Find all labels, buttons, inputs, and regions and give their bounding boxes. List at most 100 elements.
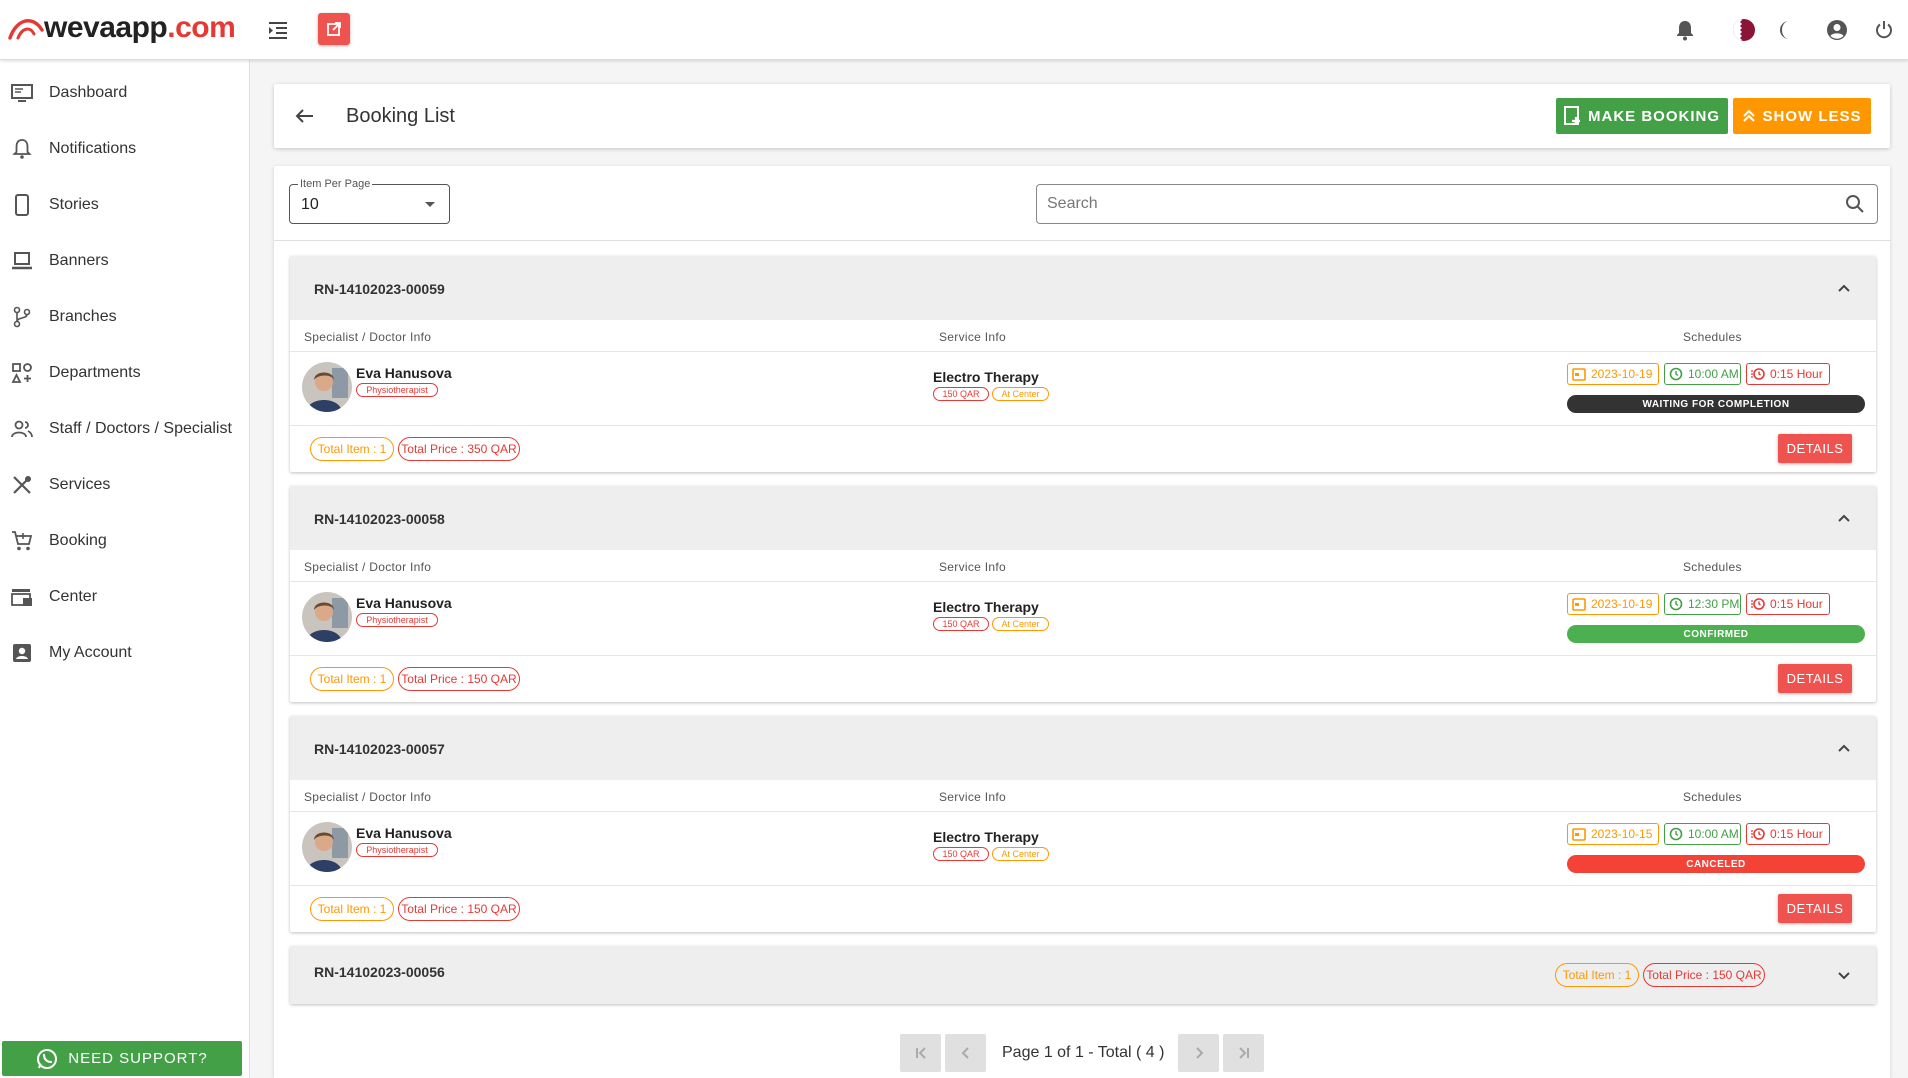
make-booking-label: MAKE BOOKING [1588,107,1720,125]
schedule-time-value: 10:00 AM [1688,827,1739,841]
column-headers: Specialist / Doctor Info Service Info Sc… [290,320,1876,352]
timer-icon [1751,598,1765,610]
doctor-avatar [302,592,352,642]
doctor-column-header: Specialist / Doctor Info [304,790,432,804]
chevron-right-icon [1196,1047,1204,1059]
sidebar-item-stories[interactable]: Stories [0,177,249,233]
service-price-badge: 150 QAR [933,847,989,861]
chevron-up-icon[interactable] [1834,508,1854,528]
category-icon [10,361,34,385]
back-arrow-icon[interactable] [290,102,318,130]
clock-icon [1669,827,1683,841]
sidebar-item-label: Stories [49,196,99,213]
search-field[interactable] [1036,184,1878,224]
brand-name: wevaapp.com [44,11,236,44]
sidebar-item-my-account[interactable]: My Account [0,625,249,681]
search-input[interactable] [1047,185,1827,223]
booking-panel-collapsed: RN-14102023-00056 Total Item : 1 Total P… [290,946,1876,1004]
sidebar-item-label: Notifications [49,140,137,157]
chevron-up-icon[interactable] [1834,278,1854,298]
service-location-badge: At Center [992,617,1049,631]
first-page-button[interactable] [900,1034,941,1072]
sidebar-item-label: Center [49,588,98,605]
sidebar-item-label: Booking [49,532,107,549]
total-price-badge: Total Price : 150 QAR [398,897,520,921]
total-price-badge: Total Price : 150 QAR [1643,963,1765,987]
details-button[interactable]: DETAILS [1778,664,1852,693]
tools-icon [10,473,34,497]
service-name: Electro Therapy [933,599,1039,615]
clock-icon [1669,597,1683,611]
next-page-button[interactable] [1178,1034,1220,1072]
doctor-avatar [302,822,352,872]
menu-collapse-icon[interactable] [260,12,296,48]
branch-icon [10,305,34,329]
schedule-time-value: 12:30 PM [1688,597,1740,611]
search-icon[interactable] [1845,194,1865,219]
doctor-role-badge: Physiotherapist [356,383,438,397]
booking-reference: RN-14102023-00059 [314,281,445,297]
booking-panel: RN-14102023-00057 Specialist / Doctor In… [290,716,1876,932]
schedule-time: 10:00 AM [1664,363,1741,385]
show-less-label: SHOW LESS [1762,107,1862,125]
sidebar-item-staff[interactable]: Staff / Doctors / Specialist [0,401,249,457]
add-booking-icon [1564,106,1580,125]
booking-header[interactable]: RN-14102023-00059 [290,256,1876,320]
power-logout-icon[interactable] [1866,12,1902,48]
chevron-down-icon[interactable] [1834,965,1854,985]
need-support-label: NEED SUPPORT? [68,1050,208,1067]
doctor-name: Eva Hanusova [356,825,452,841]
sidebar-item-dashboard[interactable]: Dashboard [0,65,249,121]
open-external-icon[interactable] [318,13,350,45]
first-page-icon [915,1047,926,1059]
last-page-button[interactable] [1223,1034,1265,1072]
qatar-flag-icon[interactable] [1726,12,1762,48]
cart-icon [10,529,34,553]
sidebar-item-notifications[interactable]: Notifications [0,121,249,177]
page-info: Page 1 of 1 - Total ( 4 ) [1002,1044,1165,1061]
sidebar-item-departments[interactable]: Departments [0,345,249,401]
total-item-badge: Total Item : 1 [310,667,394,691]
dark-mode-moon-icon[interactable] [1768,12,1804,48]
divider [274,240,1890,241]
need-support-button[interactable]: NEED SUPPORT? [2,1041,242,1076]
account-circle-icon[interactable] [1819,12,1855,48]
sidebar-item-booking[interactable]: Booking [0,513,249,569]
details-button[interactable]: DETAILS [1778,894,1852,923]
page-title: Booking List [346,105,455,127]
notifications-bell-icon[interactable] [1667,12,1703,48]
details-button[interactable]: DETAILS [1778,434,1852,463]
booking-item-row: Eva Hanusova Physiotherapist Electro The… [290,352,1876,426]
brand-logo[interactable]: wevaapp.com [8,8,236,48]
status-badge: WAITING FOR COMPLETION [1567,395,1865,413]
show-less-button[interactable]: SHOW LESS [1733,98,1871,134]
monitor-icon [10,81,34,105]
sidebar-item-center[interactable]: Center [0,569,249,625]
sidebar-item-services[interactable]: Services [0,457,249,513]
previous-page-button[interactable] [945,1034,986,1072]
calendar-icon [1572,828,1586,841]
sidebar-item-branches[interactable]: Branches [0,289,249,345]
booking-item-row: Eva Hanusova Physiotherapist Electro The… [290,582,1876,656]
per-page-value: 10 [301,196,319,213]
schedule-time-value: 10:00 AM [1688,367,1739,381]
sidebar-item-banners[interactable]: Banners [0,233,249,289]
booking-header[interactable]: RN-14102023-00057 [290,716,1876,780]
timer-icon [1751,828,1765,840]
schedule-duration-value: 0:15 Hour [1770,827,1823,841]
schedules-column-header: Schedules [1683,560,1742,574]
booking-header[interactable]: RN-14102023-00056 Total Item : 1 Total P… [290,946,1876,1004]
status-badge: CONFIRMED [1567,625,1865,643]
total-item-badge: Total Item : 1 [1555,963,1639,987]
sidebar: Dashboard Notifications Stories Banners … [0,60,250,1078]
booking-header[interactable]: RN-14102023-00058 [290,486,1876,550]
people-icon [10,417,34,441]
double-chevron-up-icon [1743,109,1756,122]
total-price-badge: Total Price : 150 QAR [398,667,520,691]
doctor-name: Eva Hanusova [356,595,452,611]
pagination: Page 1 of 1 - Total ( 4 ) [900,1034,1265,1072]
booking-reference: RN-14102023-00058 [314,511,445,527]
items-per-page-select[interactable]: Item Per Page 10 [289,178,450,224]
chevron-up-icon[interactable] [1834,738,1854,758]
make-booking-button[interactable]: MAKE BOOKING [1556,98,1728,134]
